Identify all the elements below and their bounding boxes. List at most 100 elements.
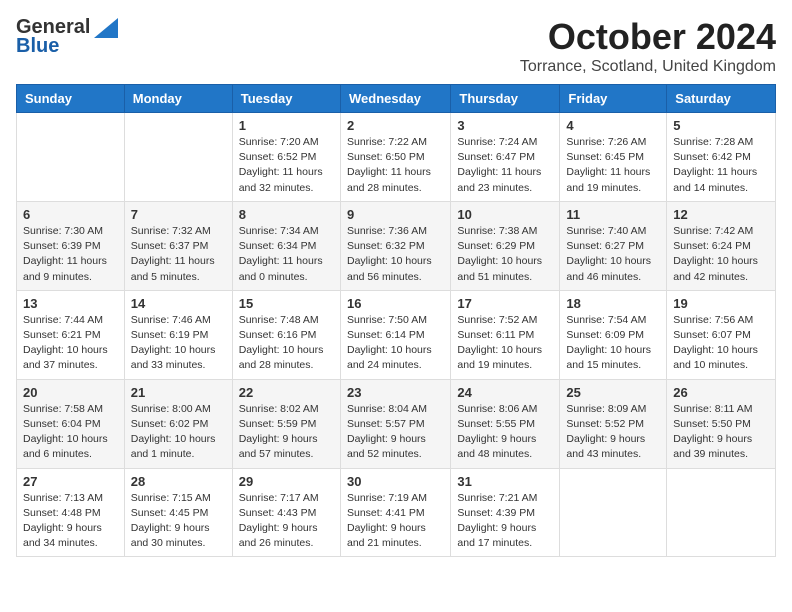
- calendar-cell: 22 Sunrise: 8:02 AMSunset: 5:59 PMDayligh…: [232, 379, 340, 468]
- calendar-cell: 4Sunrise: 7:26 AMSunset: 6:45 PMDaylight…: [560, 113, 667, 202]
- day-info: Sunrise: 7:48 AMSunset: 6:16 PMDaylight:…: [239, 313, 334, 374]
- calendar-cell: 2 Sunrise: 7:22 AMSunset: 6:50 PMDaylight…: [340, 113, 450, 202]
- location-text: Torrance, Scotland, United Kingdom: [520, 58, 776, 76]
- day-info: Sunrise: 7:46 AMSunset: 6:19 PMDaylight:…: [131, 313, 226, 374]
- day-info: Sunrise: 7:19 AMSunset: 4:41 PMDaylight:…: [347, 491, 444, 552]
- calendar-cell: 3Sunrise: 7:24 AMSunset: 6:47 PMDaylight…: [451, 113, 560, 202]
- calendar-cell: 9Sunrise: 7:36 AMSunset: 6:32 PMDaylight…: [340, 201, 450, 290]
- header-monday: Monday: [124, 85, 232, 113]
- day-number: 28: [131, 474, 226, 489]
- calendar-cell: 5 Sunrise: 7:28 AMSunset: 6:42 PMDaylight…: [667, 113, 776, 202]
- day-info: Sunrise: 8:11 AMSunset: 5:50 PMDaylight:…: [673, 402, 769, 463]
- day-number: 23: [347, 385, 444, 400]
- day-number: 18: [566, 296, 660, 311]
- calendar-cell: 14 Sunrise: 7:46 AMSunset: 6:19 PMDayligh…: [124, 290, 232, 379]
- day-info: Sunrise: 8:02 AMSunset: 5:59 PMDaylight:…: [239, 402, 334, 463]
- day-number: 3: [457, 118, 553, 133]
- header-tuesday: Tuesday: [232, 85, 340, 113]
- calendar-cell: 8 Sunrise: 7:34 AMSunset: 6:34 PMDaylight…: [232, 201, 340, 290]
- week-row-1: 1 Sunrise: 7:20 AMSunset: 6:52 PMDaylight…: [17, 113, 776, 202]
- day-number: 8: [239, 207, 334, 222]
- day-number: 20: [23, 385, 118, 400]
- week-row-4: 20 Sunrise: 7:58 AMSunset: 6:04 PMDayligh…: [17, 379, 776, 468]
- day-info: Sunrise: 7:56 AMSunset: 6:07 PMDaylight:…: [673, 313, 769, 374]
- day-info: Sunrise: 7:44 AMSunset: 6:21 PMDaylight:…: [23, 313, 118, 374]
- day-number: 16: [347, 296, 444, 311]
- day-number: 21: [131, 385, 226, 400]
- day-info: Sunrise: 7:52 AMSunset: 6:11 PMDaylight:…: [457, 313, 553, 374]
- day-number: 5: [673, 118, 769, 133]
- week-row-5: 27 Sunrise: 7:13 AMSunset: 4:48 PMDayligh…: [17, 468, 776, 557]
- day-info: Sunrise: 7:21 AMSunset: 4:39 PMDaylight:…: [457, 491, 553, 552]
- day-number: 22: [239, 385, 334, 400]
- calendar-cell: [124, 113, 232, 202]
- calendar-cell: 10 Sunrise: 7:38 AMSunset: 6:29 PMDayligh…: [451, 201, 560, 290]
- day-info: Sunrise: 7:28 AMSunset: 6:42 PMDaylight:…: [673, 135, 769, 196]
- calendar-cell: 19 Sunrise: 7:56 AMSunset: 6:07 PMDayligh…: [667, 290, 776, 379]
- title-section: October 2024 Torrance, Scotland, United …: [520, 16, 776, 76]
- header-sunday: Sunday: [17, 85, 125, 113]
- header-saturday: Saturday: [667, 85, 776, 113]
- day-info: Sunrise: 8:06 AMSunset: 5:55 PMDaylight:…: [457, 402, 553, 463]
- calendar-cell: 30 Sunrise: 7:19 AMSunset: 4:41 PMDayligh…: [340, 468, 450, 557]
- calendar-cell: 27 Sunrise: 7:13 AMSunset: 4:48 PMDayligh…: [17, 468, 125, 557]
- day-info: Sunrise: 7:13 AMSunset: 4:48 PMDaylight:…: [23, 491, 118, 552]
- calendar-cell: 1 Sunrise: 7:20 AMSunset: 6:52 PMDaylight…: [232, 113, 340, 202]
- header-thursday: Thursday: [451, 85, 560, 113]
- calendar-cell: 29Sunrise: 7:17 AMSunset: 4:43 PMDayligh…: [232, 468, 340, 557]
- day-number: 25: [566, 385, 660, 400]
- day-info: Sunrise: 7:38 AMSunset: 6:29 PMDaylight:…: [457, 224, 553, 285]
- day-info: Sunrise: 7:20 AMSunset: 6:52 PMDaylight:…: [239, 135, 334, 196]
- page-container: General Blue October 2024 Torrance, Scot…: [16, 16, 776, 557]
- header: General Blue October 2024 Torrance, Scot…: [16, 16, 776, 76]
- calendar-cell: 26 Sunrise: 8:11 AMSunset: 5:50 PMDayligh…: [667, 379, 776, 468]
- header-wednesday: Wednesday: [340, 85, 450, 113]
- calendar-cell: 7Sunrise: 7:32 AMSunset: 6:37 PMDaylight…: [124, 201, 232, 290]
- day-number: 1: [239, 118, 334, 133]
- day-number: 10: [457, 207, 553, 222]
- calendar-header-row: SundayMondayTuesdayWednesdayThursdayFrid…: [17, 85, 776, 113]
- week-row-2: 6 Sunrise: 7:30 AMSunset: 6:39 PMDaylight…: [17, 201, 776, 290]
- day-info: Sunrise: 7:15 AMSunset: 4:45 PMDaylight:…: [131, 491, 226, 552]
- day-number: 4: [566, 118, 660, 133]
- day-number: 2: [347, 118, 444, 133]
- day-info: Sunrise: 8:04 AMSunset: 5:57 PMDaylight:…: [347, 402, 444, 463]
- calendar-cell: 16 Sunrise: 7:50 AMSunset: 6:14 PMDayligh…: [340, 290, 450, 379]
- calendar-cell: 12 Sunrise: 7:42 AMSunset: 6:24 PMDayligh…: [667, 201, 776, 290]
- day-number: 11: [566, 207, 660, 222]
- day-number: 6: [23, 207, 118, 222]
- calendar-cell: 20 Sunrise: 7:58 AMSunset: 6:04 PMDayligh…: [17, 379, 125, 468]
- day-number: 24: [457, 385, 553, 400]
- day-info: Sunrise: 7:30 AMSunset: 6:39 PMDaylight:…: [23, 224, 118, 285]
- calendar-table: SundayMondayTuesdayWednesdayThursdayFrid…: [16, 84, 776, 557]
- day-number: 12: [673, 207, 769, 222]
- calendar-cell: [17, 113, 125, 202]
- day-info: Sunrise: 7:58 AMSunset: 6:04 PMDaylight:…: [23, 402, 118, 463]
- calendar-cell: 28 Sunrise: 7:15 AMSunset: 4:45 PMDayligh…: [124, 468, 232, 557]
- day-info: Sunrise: 7:50 AMSunset: 6:14 PMDaylight:…: [347, 313, 444, 374]
- day-number: 26: [673, 385, 769, 400]
- day-info: Sunrise: 7:42 AMSunset: 6:24 PMDaylight:…: [673, 224, 769, 285]
- calendar-cell: 13Sunrise: 7:44 AMSunset: 6:21 PMDayligh…: [17, 290, 125, 379]
- day-number: 27: [23, 474, 118, 489]
- logo-blue-text: Blue: [16, 35, 59, 58]
- day-info: Sunrise: 7:17 AMSunset: 4:43 PMDaylight:…: [239, 491, 334, 552]
- day-info: Sunrise: 7:54 AMSunset: 6:09 PMDaylight:…: [566, 313, 660, 374]
- calendar-cell: 18 Sunrise: 7:54 AMSunset: 6:09 PMDayligh…: [560, 290, 667, 379]
- calendar-cell: 31 Sunrise: 7:21 AMSunset: 4:39 PMDayligh…: [451, 468, 560, 557]
- month-title: October 2024: [520, 16, 776, 58]
- day-number: 14: [131, 296, 226, 311]
- calendar-cell: 21Sunrise: 8:00 AMSunset: 6:02 PMDayligh…: [124, 379, 232, 468]
- week-row-3: 13Sunrise: 7:44 AMSunset: 6:21 PMDayligh…: [17, 290, 776, 379]
- day-info: Sunrise: 7:22 AMSunset: 6:50 PMDaylight:…: [347, 135, 444, 196]
- calendar-cell: [560, 468, 667, 557]
- day-info: Sunrise: 7:34 AMSunset: 6:34 PMDaylight:…: [239, 224, 334, 285]
- day-number: 30: [347, 474, 444, 489]
- calendar-cell: 24 Sunrise: 8:06 AMSunset: 5:55 PMDayligh…: [451, 379, 560, 468]
- day-number: 31: [457, 474, 553, 489]
- day-number: 15: [239, 296, 334, 311]
- day-number: 19: [673, 296, 769, 311]
- logo-triangle-icon: [94, 18, 118, 38]
- header-friday: Friday: [560, 85, 667, 113]
- day-info: Sunrise: 7:36 AMSunset: 6:32 PMDaylight:…: [347, 224, 444, 285]
